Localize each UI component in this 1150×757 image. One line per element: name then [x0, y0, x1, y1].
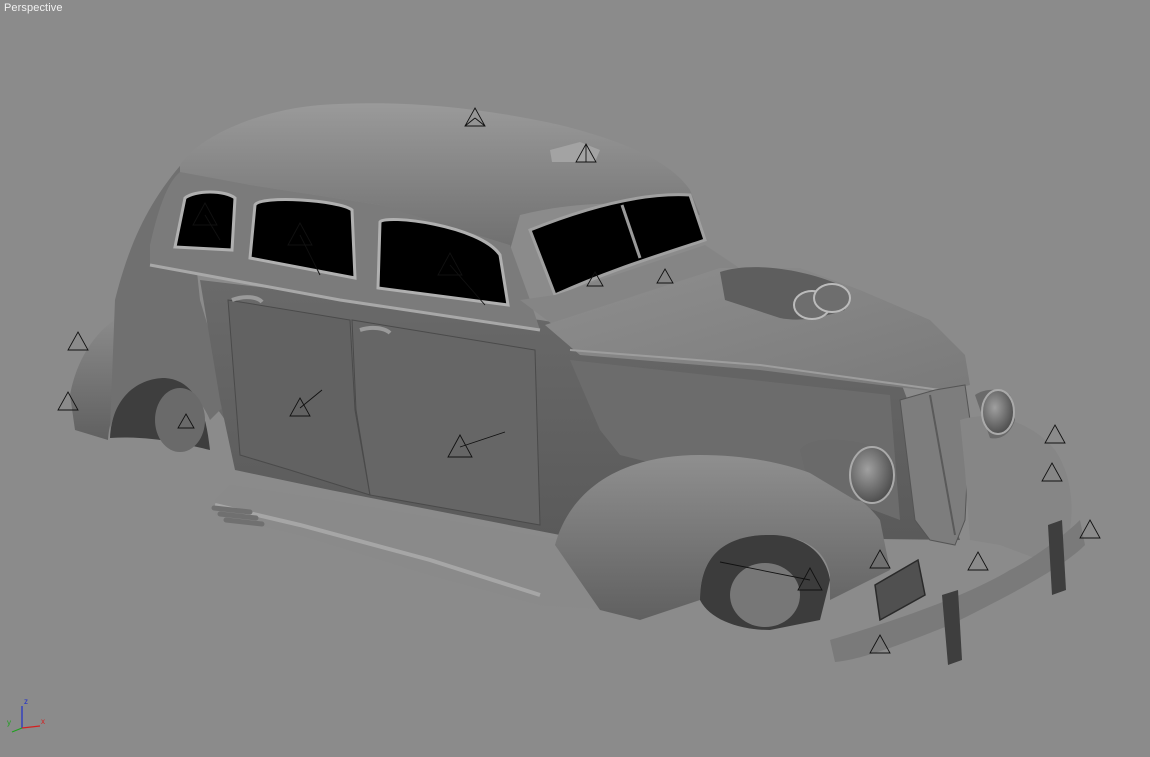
rear-wheel-arch-inner — [155, 388, 205, 452]
x-axis-line — [21, 725, 41, 729]
perspective-viewport[interactable]: Perspective z x y — [0, 0, 1150, 757]
rear-quarter-window — [173, 190, 237, 252]
y-axis-line — [11, 727, 23, 733]
axis-tripod-icon: z x y — [7, 697, 45, 733]
front-wheel-arch-inner — [730, 563, 800, 627]
headlight-right — [981, 389, 1015, 435]
z-axis-label: z — [24, 697, 28, 706]
light-helper-icon[interactable] — [967, 551, 989, 571]
y-axis-label: y — [7, 718, 11, 727]
car-model[interactable] — [0, 0, 1150, 757]
scoop-opening-right — [813, 283, 851, 313]
front-door — [351, 319, 541, 526]
light-helper-icon[interactable] — [67, 331, 89, 351]
headlight-left — [849, 446, 895, 504]
light-helper-icon[interactable] — [1044, 424, 1066, 444]
x-axis-label: x — [41, 717, 45, 726]
